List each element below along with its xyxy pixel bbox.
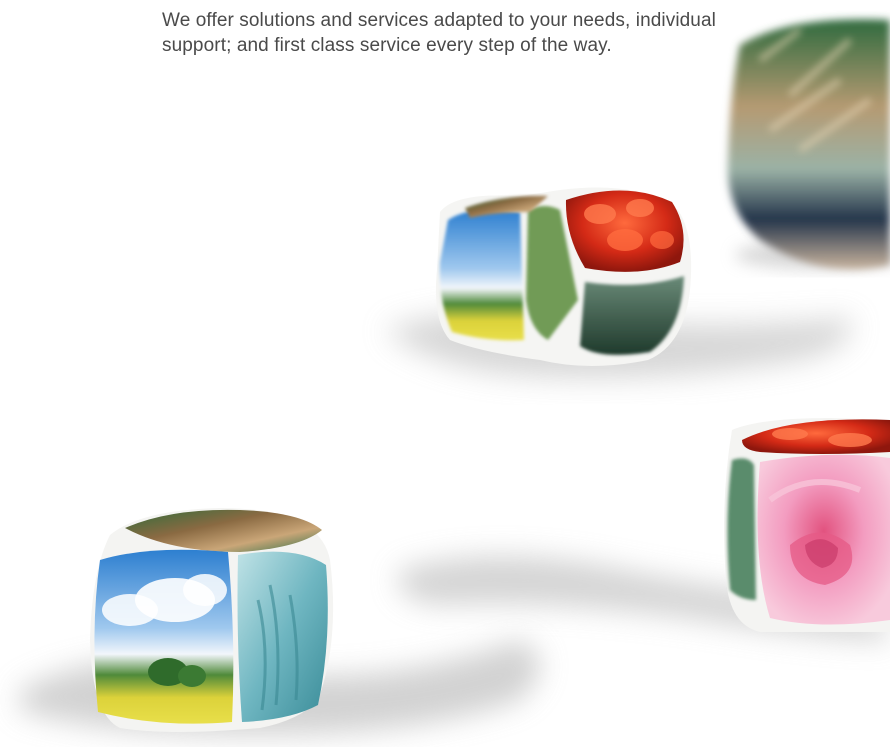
dice-illustration	[20, 19, 890, 735]
die-bottom-left	[20, 508, 540, 735]
die-right-rose	[398, 418, 890, 640]
die-blurred-top-right	[727, 19, 890, 270]
